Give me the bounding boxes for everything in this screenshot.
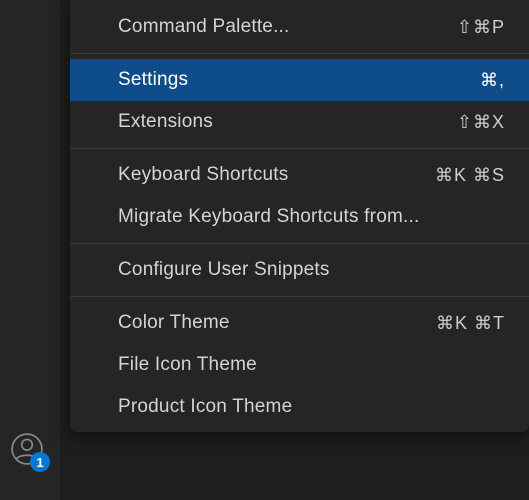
menu-item-color-theme[interactable]: Color Theme ⌘K ⌘T — [70, 302, 529, 344]
menu-item-shortcut: ⇧⌘P — [457, 17, 505, 38]
manage-context-menu: Command Palette... ⇧⌘P Settings ⌘, Exten… — [70, 0, 529, 432]
menu-item-shortcut: ⌘K ⌘S — [435, 165, 505, 186]
menu-item-label: Command Palette... — [118, 16, 290, 38]
menu-item-shortcut: ⇧⌘X — [457, 112, 505, 133]
menu-item-label: Settings — [118, 69, 188, 91]
menu-item-keyboard-shortcuts[interactable]: Keyboard Shortcuts ⌘K ⌘S — [70, 154, 529, 196]
menu-item-shortcut: ⌘, — [480, 70, 505, 91]
menu-separator — [70, 243, 529, 244]
menu-item-migrate-shortcuts[interactable]: Migrate Keyboard Shortcuts from... — [70, 196, 529, 238]
menu-item-file-icon-theme[interactable]: File Icon Theme — [70, 344, 529, 386]
menu-item-shortcut: ⌘K ⌘T — [436, 313, 505, 334]
accounts-badge-count: 1 — [36, 455, 43, 470]
menu-item-command-palette[interactable]: Command Palette... ⇧⌘P — [70, 6, 529, 48]
menu-item-label: Color Theme — [118, 312, 230, 334]
menu-item-label: Migrate Keyboard Shortcuts from... — [118, 206, 419, 228]
menu-item-label: Keyboard Shortcuts — [118, 164, 288, 186]
menu-item-settings[interactable]: Settings ⌘, — [70, 59, 529, 101]
menu-item-product-icon-theme[interactable]: Product Icon Theme — [70, 386, 529, 428]
menu-separator — [70, 296, 529, 297]
menu-item-label: File Icon Theme — [118, 354, 257, 376]
menu-separator — [70, 148, 529, 149]
menu-item-label: Extensions — [118, 111, 213, 133]
menu-item-label: Product Icon Theme — [118, 396, 292, 418]
menu-item-extensions[interactable]: Extensions ⇧⌘X — [70, 101, 529, 143]
menu-item-label: Configure User Snippets — [118, 259, 330, 281]
activity-bar: 1 — [0, 0, 60, 500]
accounts-badge[interactable]: 1 — [30, 452, 50, 472]
menu-item-user-snippets[interactable]: Configure User Snippets — [70, 249, 529, 291]
menu-separator — [70, 53, 529, 54]
